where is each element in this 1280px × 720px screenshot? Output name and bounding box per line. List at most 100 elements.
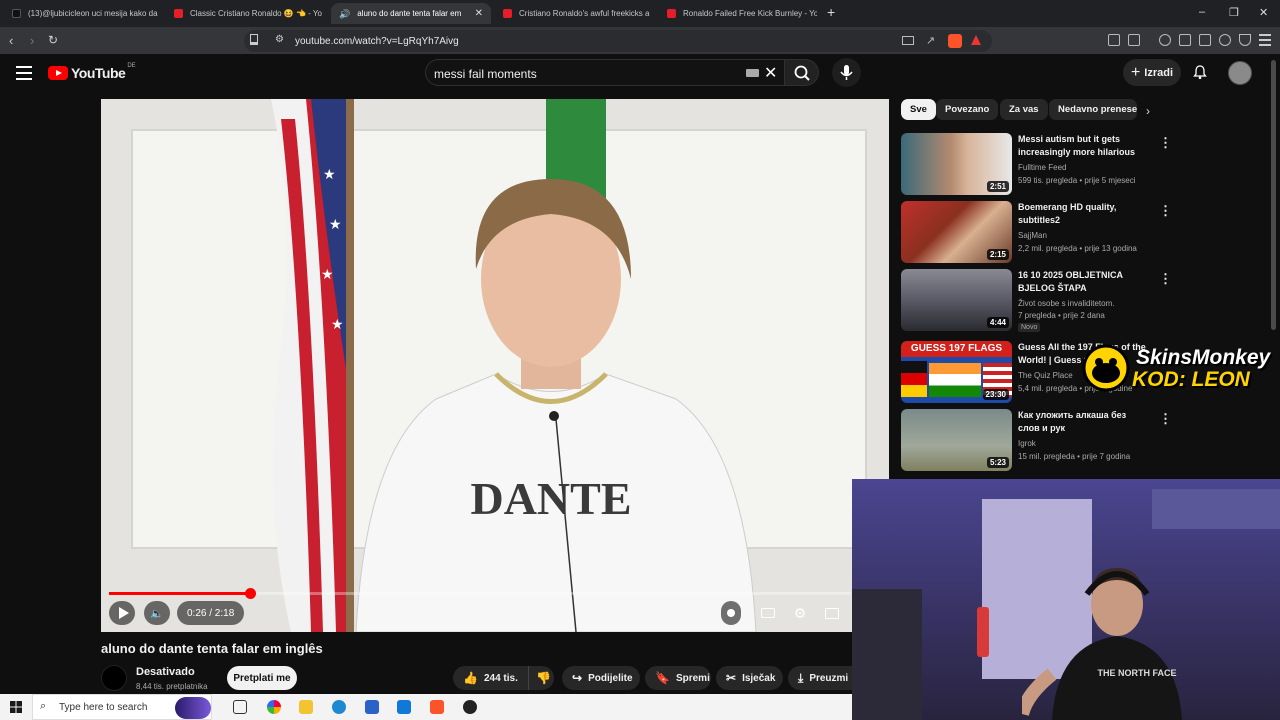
recommendation-item[interactable]: 2:15 Boemerang HD quality, subtitles2 Sa…: [901, 201, 1191, 264]
germany-flag-graphic: [901, 361, 927, 397]
download-button[interactable]: ⤓ Preuzmi: [788, 666, 852, 690]
menu-icon[interactable]: [1259, 34, 1271, 46]
obs-icon[interactable]: [463, 700, 477, 714]
voice-search-button[interactable]: [832, 58, 861, 87]
video-thumbnail[interactable]: 5:23: [901, 409, 1012, 471]
recommendation-item[interactable]: 5:23 Как уложить алкаша без слов и рук I…: [901, 409, 1191, 472]
recommendation-channel[interactable]: Fulltime Feed: [1018, 163, 1066, 172]
site-info-icon[interactable]: ⚙: [275, 34, 284, 45]
store-icon[interactable]: [365, 700, 379, 714]
address-bar-row: ‹ › ↻ ⚙ youtube.com/watch?v=LgRqYh7Aivg …: [0, 27, 1280, 54]
back-icon[interactable]: ‹: [9, 33, 13, 48]
recommendation-channel[interactable]: SajjMan: [1018, 231, 1047, 240]
account-avatar[interactable]: [1228, 61, 1252, 85]
recommendation-item[interactable]: 2:51 Messi autism but it gets increasing…: [901, 133, 1191, 196]
autoplay-toggle[interactable]: [721, 601, 741, 625]
recommendation-channel[interactable]: Igrok: [1018, 439, 1036, 448]
browser-tab[interactable]: (13)@ljubicicleon uci mesija kako da: [4, 3, 162, 24]
recommendation-title[interactable]: 16 10 2025 OBLJETNICA BJELOG ŠTAPA: [1018, 269, 1150, 295]
more-options-icon[interactable]: ⋮: [1159, 203, 1172, 219]
more-options-icon[interactable]: ⋮: [1159, 411, 1172, 427]
search-button[interactable]: [785, 59, 819, 86]
clear-search-icon[interactable]: ✕: [764, 63, 777, 83]
chip-related[interactable]: Povezano: [936, 99, 999, 120]
brave-rewards-icon[interactable]: [971, 35, 981, 45]
recommendation-item[interactable]: 4:44 16 10 2025 OBLJETNICA BJELOG ŠTAPA …: [901, 269, 1191, 332]
hamburger-menu-icon[interactable]: [16, 66, 32, 80]
play-button[interactable]: [109, 601, 135, 625]
video-thumbnail[interactable]: GUESS 197 FLAGS 23:30: [901, 341, 1012, 403]
sidebar-icon[interactable]: [1128, 34, 1140, 46]
browser-tab[interactable]: Ronaldo Failed Free Kick Burnley - Yo: [659, 3, 817, 24]
outlook-icon[interactable]: [397, 700, 411, 714]
task-view-icon[interactable]: [233, 700, 247, 714]
clip-button[interactable]: ✂ Isječak: [716, 666, 783, 690]
tab-label: Ronaldo Failed Free Kick Burnley - Yo: [683, 9, 817, 18]
more-options-icon[interactable]: ⋮: [1159, 135, 1172, 151]
forward-icon[interactable]: ›: [30, 33, 34, 48]
chip-for-you[interactable]: Za vas: [1000, 99, 1048, 120]
share-icon[interactable]: ↗: [926, 34, 935, 47]
new-tab-button[interactable]: +: [827, 4, 835, 20]
video-thumbnail[interactable]: 4:44: [901, 269, 1012, 331]
restore-button[interactable]: ❐: [1229, 6, 1239, 19]
recommendation-title[interactable]: Messi autism but it gets increasingly mo…: [1018, 133, 1150, 159]
recommendation-title[interactable]: Как уложить алкаша без слов и рук: [1018, 409, 1150, 435]
more-options-icon[interactable]: ⋮: [1159, 271, 1172, 287]
video-player[interactable]: ★ ★ ★ ★ DANTE 🔈 0:26 / 2:18 ⚙: [101, 99, 889, 632]
brave-shield-icon[interactable]: [948, 34, 962, 48]
like-button[interactable]: 👍 244 tis.: [453, 666, 528, 690]
reload-icon[interactable]: ↻: [48, 33, 58, 47]
recommendation-channel[interactable]: The Quiz Place: [1018, 371, 1073, 380]
browser-tab[interactable]: Cristiano Ronaldo's awful freekicks a: [495, 3, 653, 24]
url-text: youtube.com/watch?v=LgRqYh7Aivg: [295, 36, 459, 47]
youtube-logo[interactable]: YouTube DE: [48, 63, 136, 81]
mute-button[interactable]: 🔈: [144, 601, 170, 625]
search-input[interactable]: messi fail moments ✕: [425, 59, 785, 86]
recommendation-title[interactable]: Boemerang HD quality, subtitles2: [1018, 201, 1150, 227]
settings-button[interactable]: ⚙: [788, 601, 812, 625]
cast-icon[interactable]: [902, 36, 914, 45]
wallet-icon[interactable]: [1199, 34, 1211, 46]
close-tab-icon[interactable]: ✕: [475, 8, 483, 19]
leo-ai-icon[interactable]: [1219, 34, 1231, 46]
music-icon[interactable]: [1159, 34, 1171, 46]
browser-tab[interactable]: Classic Cristiano Ronaldo 😆 👈 - Yo: [166, 3, 324, 24]
copilot-icon[interactable]: [267, 700, 281, 714]
search-highlight-icon: [175, 697, 211, 719]
taskbar-search-input[interactable]: ⌕ Type here to search: [32, 694, 212, 720]
file-explorer-icon[interactable]: [299, 700, 313, 714]
time-label: 0:26 / 2:18: [187, 607, 235, 619]
progress-bar[interactable]: [109, 588, 851, 599]
split-view-icon[interactable]: [1179, 34, 1191, 46]
vpn-icon[interactable]: [1239, 34, 1251, 46]
brave-icon[interactable]: [430, 700, 444, 714]
create-button[interactable]: + Izradi: [1123, 59, 1181, 86]
dislike-button[interactable]: 👎: [528, 666, 554, 690]
chip-recently-uploaded[interactable]: Nedavno prenese: [1049, 99, 1137, 120]
url-field[interactable]: ⚙ youtube.com/watch?v=LgRqYh7Aivg ↗: [244, 30, 992, 52]
extension-icon[interactable]: [1108, 34, 1120, 46]
video-thumbnail[interactable]: 2:15: [901, 201, 1012, 263]
page-scrollbar[interactable]: [1271, 60, 1276, 330]
subscribe-button[interactable]: Pretplati me: [227, 666, 297, 690]
channel-name[interactable]: Desativado: [136, 666, 195, 678]
minimize-button[interactable]: –: [1199, 6, 1205, 18]
browser-tab-active[interactable]: 🔊 aluno do dante tenta falar em ✕: [331, 3, 491, 24]
edge-icon[interactable]: [332, 700, 346, 714]
channel-avatar[interactable]: [101, 665, 127, 691]
chip-all[interactable]: Sve: [901, 99, 936, 120]
bookmark-icon[interactable]: [250, 34, 258, 45]
windows-start-icon[interactable]: [10, 701, 22, 713]
video-thumbnail[interactable]: 2:51: [901, 133, 1012, 195]
subtitles-button[interactable]: [756, 601, 780, 625]
notifications-bell-icon[interactable]: [1192, 64, 1208, 80]
share-button[interactable]: ↪ Podijelite: [562, 666, 640, 690]
recommendation-channel[interactable]: Život osobe s invaliditetom.: [1018, 299, 1115, 308]
keyboard-icon[interactable]: [746, 69, 759, 77]
save-button[interactable]: 🔖 Spremi: [645, 666, 711, 690]
scrubber-handle[interactable]: [244, 588, 256, 599]
miniplayer-button[interactable]: [820, 601, 844, 625]
close-window-button[interactable]: ✕: [1259, 6, 1268, 19]
chevron-right-icon[interactable]: ›: [1146, 104, 1150, 118]
